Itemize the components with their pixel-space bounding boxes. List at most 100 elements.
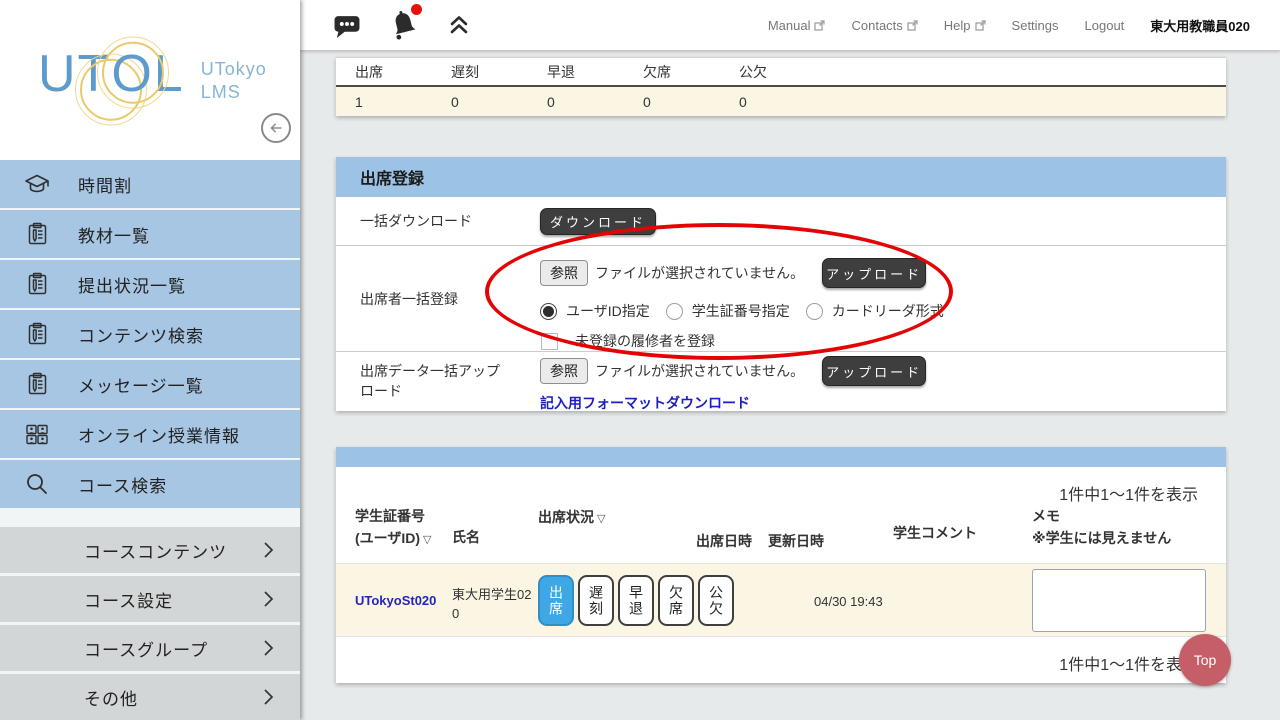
summary-value-excused: 0 [739, 93, 747, 110]
sidebar-item-label: コースグループ [84, 640, 209, 660]
radio-card-reader[interactable] [805, 302, 823, 320]
sidebar-item-submissions[interactable]: 提出状況一覧 [0, 260, 300, 308]
format-download-link[interactable]: 記入用フォーマットダウンロード [540, 393, 926, 413]
chevron-right-icon [263, 688, 274, 706]
status-button-early-leave[interactable]: 早退 [618, 575, 654, 626]
notification-badge [411, 4, 422, 15]
sidebar-collapse-button[interactable] [261, 113, 291, 143]
download-button[interactable]: ダウンロード [540, 208, 656, 235]
sidebar-item-messages[interactable]: メッセージ一覧 [0, 360, 300, 408]
scroll-to-top-button[interactable]: Top [1179, 634, 1231, 686]
scroll-top-chevrons-icon[interactable] [446, 12, 472, 38]
radio-student-number[interactable] [665, 302, 683, 320]
help-link[interactable]: Help [944, 18, 986, 33]
result-count-bottom: 1件中1〜1件を表示 [1059, 657, 1198, 674]
sidebar-item-course-group[interactable]: コースグループ [0, 625, 300, 671]
logo-area: UTOL UTokyo LMS [0, 0, 300, 160]
memo-textarea[interactable] [1032, 569, 1206, 632]
sidebar-item-materials[interactable]: 教材一覧 [0, 210, 300, 258]
search-icon [22, 471, 52, 497]
summary-header-early-leave: 早退 [547, 63, 575, 80]
summary-value-early-leave: 0 [547, 93, 555, 110]
summary-header-absent: 欠席 [643, 63, 671, 80]
sidebar: UTOL UTokyo LMS 時間割 教材一覧 提出状況一覧 コンテンツ検索 … [0, 0, 300, 720]
clipboard-icon [22, 271, 52, 297]
sidebar-item-label: その他 [84, 689, 138, 709]
result-count-top: 1件中1〜1件を表示 [1059, 487, 1198, 504]
sidebar-item-label: コース検索 [78, 476, 168, 496]
help-label: Help [943, 17, 971, 33]
column-header-memo: メモ ※学生には見えません [1032, 508, 1172, 547]
student-name: 東大用学生020 [452, 587, 532, 621]
chevron-right-icon [263, 639, 274, 657]
current-user-name: 東大用教職員020 [1150, 18, 1250, 34]
sidebar-item-label: 提出状況一覧 [78, 276, 186, 296]
status-button-absent[interactable]: 欠席 [658, 575, 694, 626]
topbar-icons [300, 4, 472, 42]
sidebar-item-label: 教材一覧 [78, 226, 150, 246]
manual-link[interactable]: Manual [768, 18, 826, 33]
bulk-download-row: 一括ダウンロード ダウンロード [336, 197, 1226, 246]
sort-icon[interactable]: ▽ [423, 534, 431, 546]
sidebar-item-label: オンライン授業情報 [78, 426, 240, 446]
register-unenrolled-checkbox[interactable] [541, 332, 558, 350]
external-link-icon [974, 19, 986, 31]
status-button-late[interactable]: 遅刻 [578, 575, 614, 626]
sort-icon[interactable]: ▽ [597, 513, 605, 525]
student-table-section-bar [336, 447, 1226, 467]
bulk-download-label: 一括ダウンロード [360, 213, 472, 229]
file-status-text: ファイルが選択されていません。 [595, 363, 805, 379]
summary-value-present: 1 [355, 93, 363, 110]
manual-label: Manual [767, 17, 811, 33]
settings-link[interactable]: Settings [1012, 18, 1059, 33]
column-header-student-id: 学生証番号 (ユーザID) ▽ [355, 508, 432, 547]
clipboard-icon [22, 321, 52, 347]
sidebar-item-others[interactable]: その他 [0, 674, 300, 720]
summary-header-late: 遅刻 [451, 63, 479, 80]
radio-card-reader-label: カードリーダ形式 [831, 303, 944, 319]
status-button-excused[interactable]: 公欠 [698, 575, 734, 626]
upload-button[interactable]: アップロード [822, 356, 927, 386]
chevron-right-icon [263, 541, 274, 559]
radio-user-id[interactable] [540, 302, 557, 320]
logout-link[interactable]: Logout [1085, 18, 1125, 33]
register-unenrolled-label: 未登録の履修者を登録 [575, 333, 715, 349]
status-button-present[interactable]: 出席 [538, 575, 574, 626]
contacts-link[interactable]: Contacts [851, 18, 918, 33]
chat-icon[interactable] [332, 12, 362, 39]
sidebar-nav: 時間割 教材一覧 提出状況一覧 コンテンツ検索 メッセージ一覧 オンライン授業情… [0, 160, 300, 510]
student-id-link[interactable]: UTokyoSt020 [355, 593, 436, 608]
sidebar-item-timetable[interactable]: 時間割 [0, 160, 300, 208]
sidebar-item-content-search[interactable]: コンテンツ検索 [0, 310, 300, 358]
clipboard-icon [22, 371, 52, 397]
sidebar-item-course-contents[interactable]: コースコンテンツ [0, 527, 300, 573]
attendance-datetime: 04/30 19:43 [814, 594, 883, 609]
logo-text: UTOL [38, 45, 185, 103]
sidebar-course-nav: コースコンテンツ コース設定 コースグループ その他 [0, 527, 300, 720]
column-header-comment: 学生コメント [893, 525, 977, 541]
video-grid-icon [22, 421, 52, 447]
column-header-update-time: 更新日時 [768, 533, 824, 549]
topbar: Manual Contacts Help Settings Logout 東大用… [300, 0, 1280, 50]
sidebar-item-online-class[interactable]: オンライン授業情報 [0, 410, 300, 458]
utol-lms-page: UTOL UTokyo LMS 時間割 教材一覧 提出状況一覧 コンテンツ検索 … [0, 0, 1280, 720]
radio-user-id-label: ユーザID指定 [566, 303, 650, 319]
sidebar-item-label: 時間割 [78, 176, 132, 196]
upload-button[interactable]: アップロード [822, 258, 927, 288]
notifications-bell-icon[interactable] [388, 4, 422, 42]
summary-value-late: 0 [451, 93, 459, 110]
sidebar-item-course-search[interactable]: コース検索 [0, 460, 300, 508]
browse-file-button[interactable]: 参照 [540, 260, 588, 286]
browse-file-button[interactable]: 参照 [540, 358, 588, 384]
data-bulk-upload-label: 出席データ一括アップロード [360, 363, 500, 399]
summary-value-absent: 0 [643, 93, 651, 110]
sidebar-item-label: コースコンテンツ [84, 542, 228, 562]
file-status-text: ファイルが選択されていません。 [595, 265, 805, 281]
data-bulk-upload-row: 出席データ一括アップロード 参照 ファイルが選択されていません。 アップロード … [336, 352, 1226, 413]
attendance-register-panel: 出席登録 一括ダウンロード ダウンロード 出席者一括登録 参照 ファイルが選択さ… [336, 157, 1226, 411]
student-row: UTokyoSt020 東大用学生020 出席 遅刻 早退 欠席 公欠 04/3… [336, 563, 1226, 637]
summary-header-excused: 公欠 [739, 63, 767, 80]
arrow-left-icon [266, 118, 286, 138]
sidebar-item-course-settings[interactable]: コース設定 [0, 576, 300, 622]
utol-logo[interactable]: UTOL UTokyo LMS [38, 48, 267, 105]
